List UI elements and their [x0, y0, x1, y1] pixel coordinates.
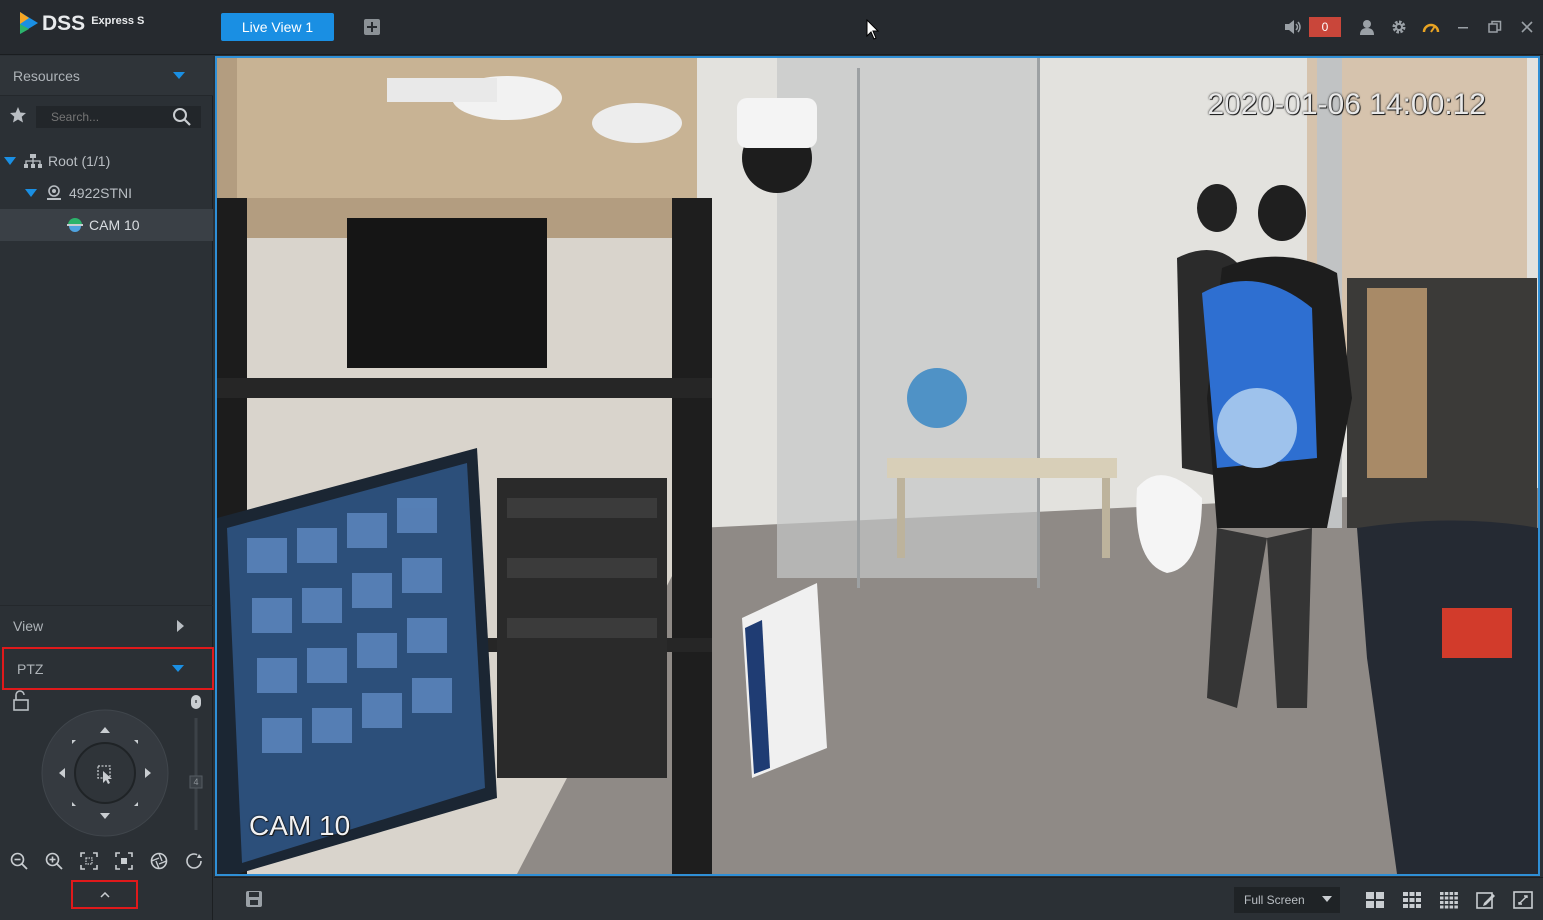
refresh-icon[interactable] — [185, 852, 203, 870]
gear-icon — [1392, 20, 1406, 34]
tab-live-view-1[interactable]: Live View 1 — [221, 13, 334, 41]
tree-item-label: Root (1/1) — [48, 153, 111, 169]
video-window[interactable]: 2020-01-06 14:00:12 CAM 10 — [215, 56, 1540, 876]
restore-button[interactable] — [1479, 13, 1511, 41]
ptz-toolbar — [0, 849, 213, 873]
app-logo: DSS Express S — [18, 10, 144, 42]
performance-button[interactable] — [1415, 13, 1447, 41]
settings-button[interactable] — [1383, 13, 1415, 41]
svg-text:4: 4 — [193, 777, 198, 787]
tree-item-camera[interactable]: CAM 10 — [0, 209, 213, 241]
user-icon — [1360, 20, 1374, 35]
bottom-toolbar: Full Screen — [214, 877, 1543, 920]
camera-feed-image — [217, 58, 1538, 874]
search-icon[interactable] — [172, 107, 192, 127]
add-tab-button[interactable] — [362, 17, 382, 37]
grid-2x2-icon — [1365, 892, 1384, 908]
caret-down-icon — [1322, 896, 1332, 902]
expand-arrow-icon[interactable] — [25, 188, 37, 198]
resource-search-row — [0, 101, 213, 131]
org-icon — [24, 154, 42, 168]
mouse-cursor-icon — [866, 19, 880, 40]
layout-2x2-button[interactable] — [1356, 887, 1393, 913]
tree-item-label: CAM 10 — [89, 217, 140, 233]
osd-timestamp: 2020-01-06 14:00:12 — [1207, 88, 1486, 121]
close-icon — [1521, 21, 1533, 33]
view-label: View — [13, 617, 44, 634]
favorite-star-icon[interactable] — [9, 106, 27, 124]
ptz-camera-icon — [67, 218, 83, 232]
chevron-up-icon — [99, 891, 110, 898]
logo-subtitle: Express S — [91, 15, 145, 27]
resources-label: Resources — [13, 67, 80, 84]
screen-mode-select[interactable]: Full Screen — [1234, 887, 1340, 913]
left-panel: Resources Root (1/1) — [0, 56, 214, 920]
zoom-in-icon[interactable] — [45, 852, 63, 870]
chevron-right-icon — [177, 619, 184, 632]
alarm-count-badge[interactable]: 0 — [1309, 17, 1341, 37]
save-icon — [246, 891, 262, 907]
window-toolbar: 0 — [1277, 13, 1543, 41]
layout-buttons — [1356, 887, 1541, 913]
focus-near-icon[interactable] — [80, 852, 98, 870]
ptz-direction-pad[interactable] — [41, 709, 169, 837]
grid-3x3-icon — [1402, 892, 1421, 908]
logo-text: DSS — [42, 12, 86, 35]
fullscreen-button[interactable] — [1504, 887, 1541, 913]
tree-item-root[interactable]: Root (1/1) — [0, 145, 213, 177]
save-view-button[interactable] — [245, 890, 263, 913]
screen-mode-value: Full Screen — [1244, 893, 1305, 907]
zoom-out-icon[interactable] — [10, 852, 29, 870]
plus-icon — [364, 19, 380, 35]
chevron-down-icon — [172, 664, 184, 672]
resources-section-header[interactable]: Resources — [0, 56, 213, 96]
osd-channel-name: CAM 10 — [249, 810, 351, 841]
edit-layout-icon — [1475, 892, 1495, 909]
minimize-button[interactable] — [1447, 13, 1479, 41]
fullscreen-icon — [1512, 891, 1533, 909]
user-button[interactable] — [1351, 13, 1383, 41]
focus-far-icon[interactable] — [115, 852, 133, 870]
nvr-icon — [47, 185, 61, 200]
grid-4x4-icon — [1439, 892, 1458, 909]
dss-logo-icon — [20, 12, 38, 34]
ptz-lock-icon[interactable] — [13, 690, 29, 711]
layout-4x4-button[interactable] — [1430, 887, 1467, 913]
alarm-sound-button[interactable] — [1277, 13, 1309, 41]
view-section-header[interactable]: View — [0, 605, 213, 645]
ptz-label: PTZ — [17, 660, 44, 677]
minimize-icon — [1458, 27, 1468, 29]
dss-express-window: DSS Express S Live View 1 0 Resources Se… — [0, 0, 1543, 920]
chevron-down-icon — [173, 71, 185, 79]
collapse-panel-button[interactable] — [71, 880, 138, 909]
custom-layout-button[interactable] — [1467, 887, 1504, 913]
tree-item-label: 4922STNI — [69, 185, 133, 201]
ptz-controls: 4 — [13, 690, 203, 837]
close-button[interactable] — [1511, 13, 1543, 41]
top-bar: DSS Express S Live View 1 0 — [0, 0, 1543, 55]
speaker-icon — [1285, 20, 1301, 34]
ptz-speed-slider[interactable]: 4 — [189, 695, 203, 830]
layout-3x3-button[interactable] — [1393, 887, 1430, 913]
tree-item-device[interactable]: 4922STNI — [0, 177, 213, 209]
ptz-section-header[interactable]: PTZ — [2, 647, 214, 690]
gauge-icon — [1422, 23, 1440, 33]
expand-arrow-icon[interactable] — [4, 156, 16, 166]
iris-icon[interactable] — [150, 852, 168, 870]
restore-icon — [1488, 20, 1502, 33]
